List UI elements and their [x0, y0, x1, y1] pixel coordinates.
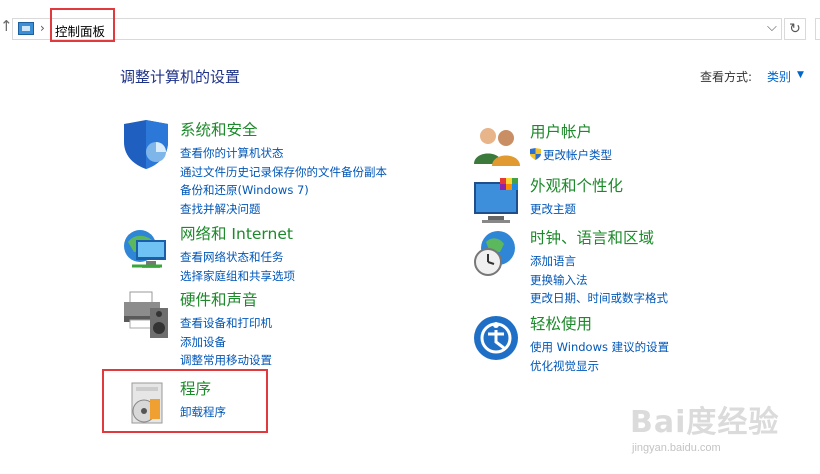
link-change-account-type[interactable]: 更改帐户类型	[530, 146, 612, 165]
users-icon	[474, 128, 520, 166]
refresh-button[interactable]: ↻	[784, 18, 806, 40]
link-change-input-method[interactable]: 更换输入法	[530, 271, 668, 290]
up-arrow-icon[interactable]: ↑	[0, 16, 13, 36]
chevron-down-icon[interactable]: ⌵	[767, 20, 777, 35]
shield-icon	[124, 120, 168, 169]
refresh-icon: ↻	[789, 21, 801, 37]
link-list: 查看网络状态和任务 选择家庭组和共享选项	[180, 248, 295, 285]
link-troubleshoot[interactable]: 查找并解决问题	[180, 200, 387, 219]
link-backup-restore[interactable]: 备份和还原(Windows 7)	[180, 181, 387, 200]
link-add-device[interactable]: 添加设备	[180, 333, 272, 352]
link-view-computer-status[interactable]: 查看你的计算机状态	[180, 144, 387, 163]
link-optimize-visual-display[interactable]: 优化视觉显示	[530, 357, 669, 376]
category-title-network-internet[interactable]: 网络和 Internet	[180, 224, 293, 244]
link-label: 更改帐户类型	[543, 148, 612, 162]
link-date-time-format[interactable]: 更改日期、时间或数字格式	[530, 289, 668, 308]
address-bar: ↑ › 控制面板 ⌵ ↻	[0, 14, 820, 44]
monitor-palette-icon	[474, 178, 518, 223]
link-network-status[interactable]: 查看网络状态和任务	[180, 248, 295, 267]
category-title-system-security[interactable]: 系统和安全	[180, 120, 258, 140]
ease-of-access-icon	[474, 316, 518, 360]
search-input[interactable]	[815, 18, 820, 40]
category-title-user-accounts[interactable]: 用户帐户	[530, 122, 592, 142]
control-panel-icon	[18, 22, 34, 35]
watermark: Bai度经验 jingyan.baidu.com	[630, 395, 820, 474]
address-box[interactable]: › 控制面板 ⌵	[12, 18, 782, 40]
link-list: 更改帐户类型	[530, 146, 612, 165]
link-homegroup-sharing[interactable]: 选择家庭组和共享选项	[180, 267, 295, 286]
watermark-url: jingyan.baidu.com	[632, 442, 721, 454]
link-windows-recommended-settings[interactable]: 使用 Windows 建议的设置	[530, 338, 669, 357]
link-mobility-settings[interactable]: 调整常用移动设置	[180, 351, 272, 370]
category-title-clock-language-region[interactable]: 时钟、语言和区域	[530, 228, 654, 248]
link-file-history-backup[interactable]: 通过文件历史记录保存你的文件备份副本	[180, 163, 387, 182]
dropdown-caret-icon[interactable]: ▼	[797, 70, 804, 80]
view-by-label: 查看方式:	[700, 70, 753, 84]
programs-highlight	[102, 369, 268, 433]
category-title-hardware-sound[interactable]: 硬件和声音	[180, 290, 258, 310]
view-by-dropdown[interactable]: 类别	[767, 68, 791, 85]
printer-speaker-icon	[124, 291, 168, 338]
link-change-theme[interactable]: 更改主题	[530, 200, 576, 219]
network-globe-icon	[124, 230, 166, 268]
chevron-right-icon[interactable]: ›	[40, 21, 45, 35]
link-list: 使用 Windows 建议的设置 优化视觉显示	[530, 338, 669, 375]
link-list: 添加语言 更换输入法 更改日期、时间或数字格式	[530, 252, 668, 308]
breadcrumb-highlight	[50, 8, 115, 42]
link-list: 查看设备和打印机 添加设备 调整常用移动设置	[180, 314, 272, 370]
link-list: 查看你的计算机状态 通过文件历史记录保存你的文件备份副本 备份和还原(Windo…	[180, 144, 387, 218]
link-list: 更改主题	[530, 200, 576, 219]
link-devices-printers[interactable]: 查看设备和打印机	[180, 314, 272, 333]
watermark-logo: Bai度经验	[630, 405, 780, 440]
uac-shield-icon	[530, 148, 541, 160]
clock-globe-icon	[474, 231, 515, 276]
category-title-appearance[interactable]: 外观和个性化	[530, 176, 623, 196]
link-add-language[interactable]: 添加语言	[530, 252, 668, 271]
category-title-ease-of-access[interactable]: 轻松使用	[530, 314, 592, 334]
page-title: 调整计算机的设置	[120, 68, 241, 86]
